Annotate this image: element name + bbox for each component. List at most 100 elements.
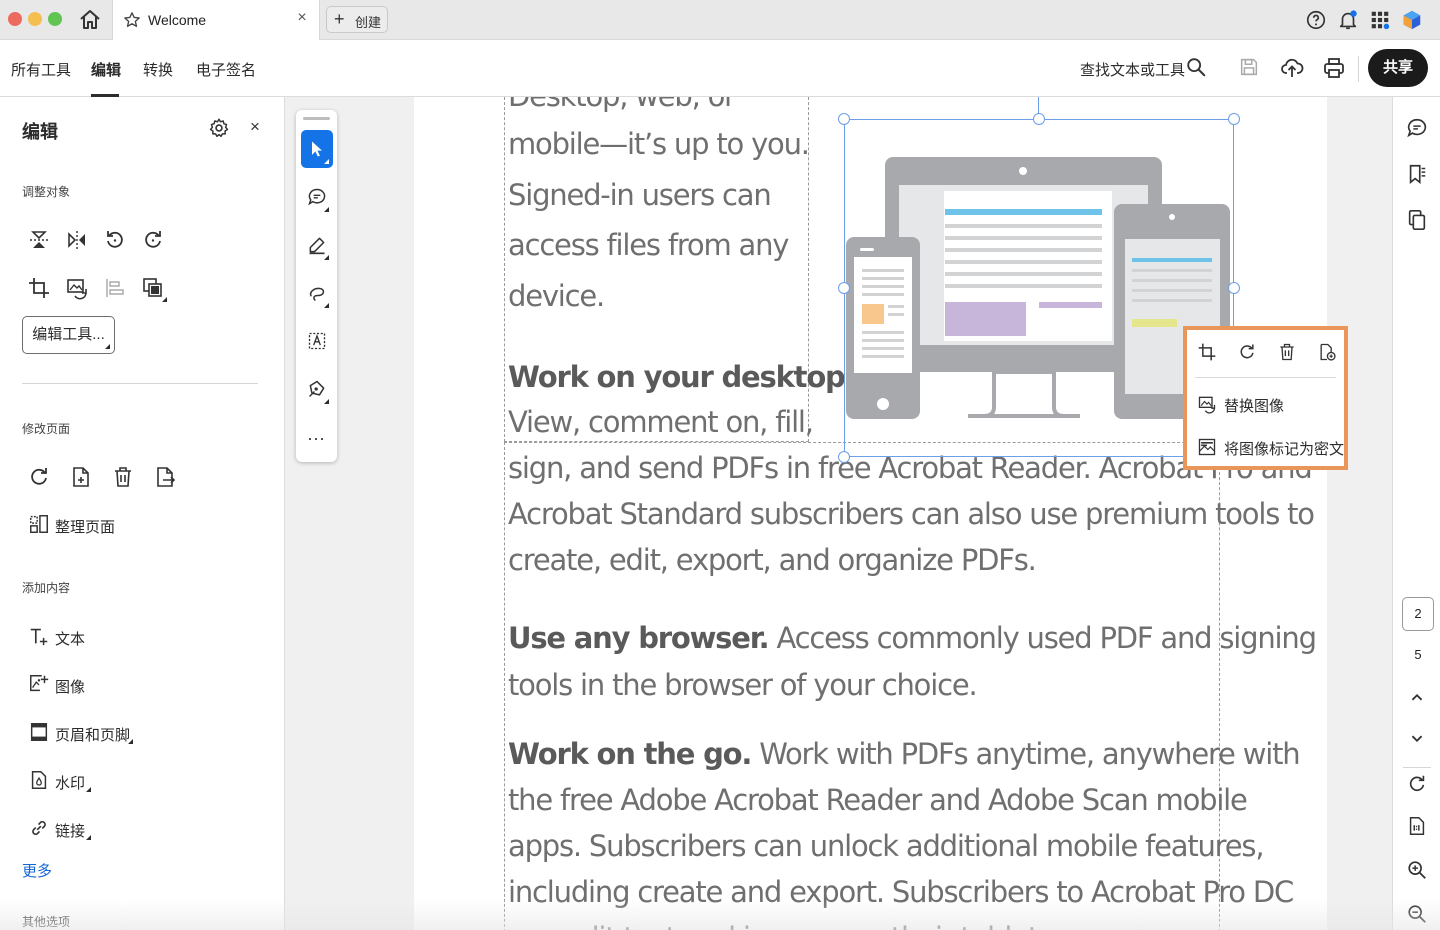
text-line[interactable]: create, edit, export, and organize PDFs. [508, 535, 1037, 586]
create-button[interactable]: + 创建 [326, 6, 388, 33]
flip-horizontal-icon[interactable] [65, 228, 89, 252]
select-tool-button[interactable] [301, 130, 333, 168]
image-selection-box[interactable] [844, 119, 1234, 457]
text-line[interactable]: including create and export. Subscribers… [508, 867, 1294, 918]
search-text-or-tools[interactable]: 查找文本或工具 [1080, 59, 1185, 80]
rail-divider [1403, 767, 1431, 768]
text-line[interactable]: Signed-in users can [508, 170, 772, 221]
menu-all-tools[interactable]: 所有工具 [11, 59, 71, 80]
rotate-right-icon[interactable] [141, 228, 165, 252]
close-tab-icon[interactable]: × [293, 9, 311, 29]
share-button[interactable]: 共享 [1368, 49, 1428, 87]
crop-icon[interactable] [27, 276, 51, 300]
text-line[interactable]: apps. Subscribers can unlock additional … [508, 821, 1265, 872]
refresh-icon[interactable] [1406, 773, 1428, 795]
rotate-left-icon[interactable] [103, 228, 127, 252]
pdf-page[interactable]: Desktop, web, or mobile—it’s up to you. … [414, 97, 1348, 930]
resize-handle-ne[interactable] [1228, 113, 1240, 125]
watermark-button[interactable]: 水印 [28, 768, 98, 794]
text-line[interactable]: View, comment on, fill, [508, 397, 814, 448]
notification-bell-icon[interactable] [1337, 9, 1359, 31]
edit-tools-button[interactable]: 编辑工具... [22, 316, 115, 354]
pages-thumbnail-icon[interactable] [1406, 209, 1428, 231]
sign-tool-button[interactable] [301, 370, 333, 408]
chevron-down-icon[interactable] [1406, 727, 1428, 749]
delete-icon[interactable] [1277, 342, 1299, 364]
rotate-page-icon[interactable] [27, 465, 51, 489]
actual-size-icon[interactable] [1406, 815, 1428, 837]
text-line[interactable]: mobile—it’s up to you. [508, 119, 810, 170]
bookmarks-icon[interactable] [1406, 163, 1428, 185]
expand-indicator [324, 207, 329, 212]
text-span: Work with PDFs anytime, anywhere with [751, 737, 1300, 771]
star-icon[interactable] [123, 11, 141, 34]
text-line[interactable]: the free Adobe Acrobat Reader and Adobe … [508, 775, 1248, 826]
adobe-cloud-icon[interactable] [1401, 9, 1423, 31]
paragraph-browser[interactable]: Use any browser. Access commonly used PD… [508, 613, 1317, 664]
close-window-button[interactable] [8, 12, 22, 26]
text-line[interactable]: can edit text and images on their tablet… [508, 913, 1047, 930]
text-line[interactable]: Acrobat Standard subscribers can also us… [508, 489, 1315, 540]
current-page-input[interactable]: 2 [1402, 597, 1434, 631]
resize-handle-e[interactable] [1228, 282, 1240, 294]
text-line[interactable]: access files from any [508, 220, 789, 271]
crop-icon[interactable] [1197, 342, 1219, 364]
align-objects-icon[interactable] [103, 276, 127, 300]
replace-image-icon[interactable] [65, 276, 89, 300]
zoom-out-icon[interactable] [1406, 903, 1428, 925]
menu-convert[interactable]: 转换 [143, 59, 173, 80]
resize-handle-sw[interactable] [838, 451, 850, 463]
minimize-window-button[interactable] [28, 12, 42, 26]
document-tab[interactable]: Welcome × [112, 0, 320, 40]
plus-icon: + [334, 9, 345, 29]
close-panel-icon[interactable]: × [250, 117, 266, 139]
delete-page-icon[interactable] [111, 465, 135, 489]
rotate-icon[interactable] [1237, 342, 1259, 364]
text-line[interactable]: tools in the browser of your choice. [508, 660, 978, 711]
add-image-button[interactable]: 图像 [28, 672, 108, 698]
add-text-button[interactable]: 文本 [28, 624, 108, 650]
search-icon[interactable] [1185, 56, 1209, 80]
replace-file-icon[interactable] [1317, 342, 1339, 364]
quick-tools-strip: ··· [296, 110, 337, 462]
highlight-tool-button[interactable] [301, 226, 333, 264]
draw-tool-button[interactable] [301, 274, 333, 312]
menu-e-sign[interactable]: 电子签名 [196, 59, 256, 80]
text-line[interactable]: device. [508, 271, 605, 322]
save-icon[interactable] [1238, 56, 1262, 80]
extract-page-icon[interactable] [153, 465, 177, 489]
print-icon[interactable] [1322, 56, 1346, 80]
heading-desktop[interactable]: Work on your desktop. [508, 352, 856, 403]
text-box-tool-button[interactable] [301, 322, 333, 360]
arrange-objects-icon[interactable] [141, 276, 167, 302]
mark-as-artifact-item[interactable]: 将图像标记为密文 [1197, 435, 1347, 459]
cloud-upload-icon[interactable] [1280, 56, 1304, 80]
zoom-window-button[interactable] [48, 12, 62, 26]
gear-icon[interactable] [208, 117, 230, 139]
edit-tools-label: 编辑工具... [32, 326, 105, 343]
help-icon[interactable] [1305, 9, 1327, 31]
more-tools-button[interactable]: ··· [307, 428, 325, 449]
organize-pages-button[interactable]: 整理页面 [28, 512, 138, 538]
menu-edit[interactable]: 编辑 [91, 59, 121, 80]
more-link[interactable]: 更多 [22, 860, 52, 881]
replace-image-item[interactable]: 替换图像 [1197, 392, 1337, 416]
chevron-up-icon[interactable] [1406, 687, 1428, 709]
expand-indicator [86, 787, 91, 792]
insert-page-icon[interactable] [69, 465, 93, 489]
resize-handle-n[interactable] [1033, 113, 1045, 125]
flip-vertical-icon[interactable] [27, 228, 51, 252]
watermark-label: 水印 [55, 775, 86, 792]
header-footer-button[interactable]: 页眉和页脚 [28, 720, 138, 746]
drag-handle[interactable] [303, 117, 330, 120]
resize-handle-nw[interactable] [838, 113, 850, 125]
zoom-in-icon[interactable] [1406, 859, 1428, 881]
resize-handle-w[interactable] [838, 282, 850, 294]
apps-grid-icon[interactable] [1369, 9, 1391, 31]
paragraph-on-the-go[interactable]: Work on the go. Work with PDFs anytime, … [508, 729, 1301, 780]
comments-panel-icon[interactable] [1406, 117, 1428, 139]
comment-tool-button[interactable] [301, 178, 333, 216]
home-icon[interactable] [78, 8, 104, 32]
link-button[interactable]: 链接 [28, 816, 98, 842]
header-footer-icon [28, 721, 50, 743]
